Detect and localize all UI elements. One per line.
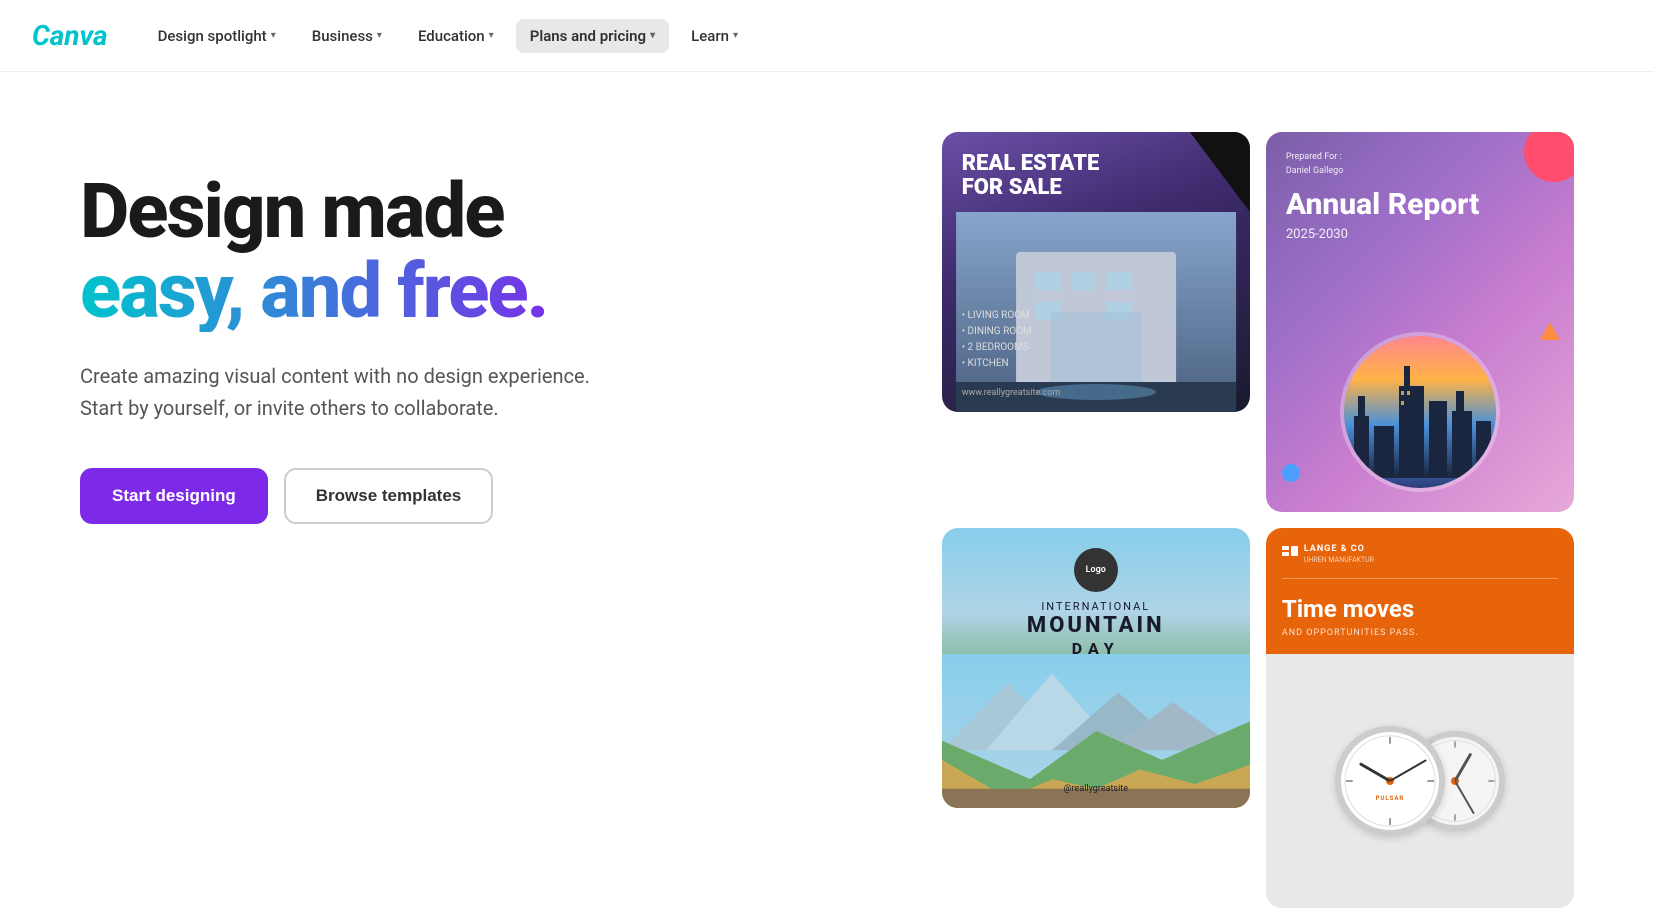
time-card-header: LANGE & CO UHREN MANUFAKTUR Time moves A… (1266, 528, 1574, 654)
chevron-down-icon: ▾ (271, 30, 276, 41)
real-estate-website: www.reallygreatsite.com (962, 388, 1061, 398)
nav-item-design-spotlight[interactable]: Design spotlight ▾ (144, 19, 290, 53)
chevron-down-icon: ▾ (733, 30, 738, 41)
hero-title-line2: easy, and free. (80, 252, 902, 332)
hero-buttons: Start designing Browse templates (80, 468, 902, 524)
time-moves-title: Time moves (1282, 595, 1558, 624)
mountain-title: MOUNTAIN DAY (1027, 613, 1165, 659)
template-cards-grid: REAL ESTATE FOR SALE (902, 132, 1574, 912)
mountain-line1: INTERNATIONAL (1041, 600, 1150, 613)
navigation: Canva Design spotlight ▾ Business ▾ Educ… (0, 0, 1654, 72)
nav-links: Design spotlight ▾ Business ▾ Education … (144, 19, 1622, 53)
nav-label-education: Education (418, 27, 485, 45)
annual-report-prep: Prepared For : (1286, 152, 1554, 162)
nav-label-learn: Learn (691, 27, 729, 45)
template-card-real-estate[interactable]: REAL ESTATE FOR SALE (942, 132, 1250, 412)
chevron-down-icon: ▾ (650, 30, 655, 41)
mountain-handle: @reallygreatsite (1064, 784, 1128, 794)
nav-item-business[interactable]: Business ▾ (298, 19, 396, 53)
real-estate-details: • LIVING ROOM • DINING ROOM • 2 BEDROOMS… (962, 308, 1032, 372)
clock-1: PULSAR (1335, 726, 1445, 836)
mountain-logo-circle: Logo (1074, 548, 1118, 592)
nav-label-business: Business (312, 27, 373, 45)
chevron-down-icon: ▾ (377, 30, 382, 41)
hero-subtitle: Create amazing visual content with no de… (80, 360, 600, 424)
real-estate-title: REAL ESTATE FOR SALE (962, 152, 1230, 200)
decorative-orange-triangle (1540, 322, 1560, 340)
template-card-time-moves[interactable]: LANGE & CO UHREN MANUFAKTUR Time moves A… (1266, 528, 1574, 908)
annual-report-name: Daniel Gallego (1286, 166, 1554, 176)
decorative-blue-dot (1282, 464, 1300, 482)
template-card-mountain-day[interactable]: Logo INTERNATIONAL MOUNTAIN DAY Gift a t… (942, 528, 1250, 808)
template-card-annual-report[interactable]: Prepared For : Daniel Gallego Annual Rep… (1266, 132, 1574, 512)
hero-section: Design made easy, and free. Create amazi… (0, 72, 1654, 912)
clocks-area: PULSAR (1266, 654, 1574, 908)
chevron-down-icon: ▾ (489, 30, 494, 41)
start-designing-button[interactable]: Start designing (80, 468, 268, 524)
annual-report-title: Annual Report (1286, 188, 1554, 221)
browse-templates-button[interactable]: Browse templates (284, 468, 494, 524)
nav-item-plans-pricing[interactable]: Plans and pricing ▾ (516, 19, 669, 53)
time-brand-name: LANGE & CO UHREN MANUFAKTUR (1304, 544, 1374, 564)
nav-item-learn[interactable]: Learn ▾ (677, 19, 752, 53)
hero-text: Design made easy, and free. Create amazi… (80, 132, 902, 524)
city-circle-illustration (1340, 332, 1500, 492)
nav-label-plans-pricing: Plans and pricing (530, 27, 646, 45)
time-moves-subtitle: AND OPPORTUNITIES PASS. (1282, 628, 1558, 638)
nav-item-education[interactable]: Education ▾ (404, 19, 508, 53)
canva-logo[interactable]: Canva (32, 19, 108, 52)
nav-label-design-spotlight: Design spotlight (158, 27, 267, 45)
brand-logo-icon (1282, 546, 1298, 562)
annual-report-years: 2025-2030 (1286, 227, 1554, 242)
hero-title-line1: Design made (80, 172, 902, 252)
